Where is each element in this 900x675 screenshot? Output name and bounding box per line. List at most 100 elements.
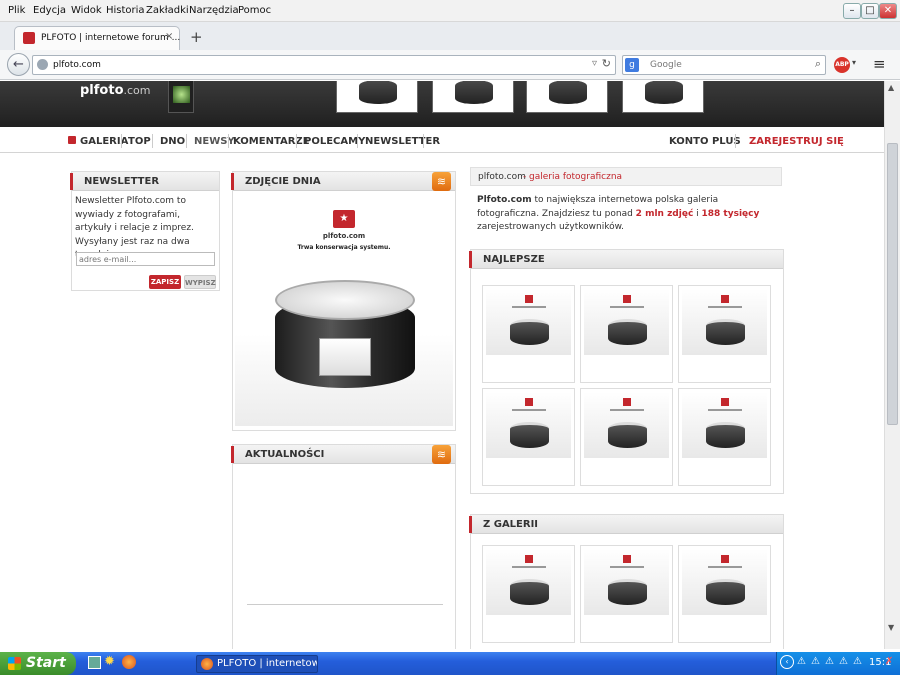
gallery-thumb[interactable] <box>678 545 771 643</box>
intro-text: Plfoto.com to największa internetowa pol… <box>477 194 769 235</box>
box-header: NAJLEPSZE <box>469 250 783 269</box>
nav-dno[interactable]: DNO <box>160 136 185 147</box>
gallery-thumb[interactable] <box>580 545 673 643</box>
reload-icon[interactable]: ↻ <box>602 57 611 70</box>
search-icon[interactable]: ⌕ <box>815 57 821 71</box>
scroll-thumb[interactable] <box>887 143 898 425</box>
tray-expand-icon[interactable]: ‹ <box>780 655 794 669</box>
thumb-caption-line <box>610 306 644 308</box>
gallery-thumb[interactable] <box>678 285 771 383</box>
new-tab-button[interactable]: + <box>190 28 203 46</box>
gallery-thumb[interactable] <box>482 285 575 383</box>
intro-brand: Plfoto.com <box>477 195 532 205</box>
tray-network-icon[interactable]: ⚠ <box>797 656 806 667</box>
browser-tab[interactable]: PLFOTO | internetowe forum ... × <box>14 26 180 50</box>
header-thumb[interactable] <box>526 81 608 113</box>
quicklaunch-desktop-icon[interactable] <box>88 656 101 669</box>
email-input[interactable] <box>76 252 215 266</box>
nav-newsletter[interactable]: NEWSLETTER <box>365 136 440 147</box>
back-button[interactable]: ← <box>7 53 30 76</box>
quicklaunch-sun-icon[interactable]: ✹ <box>104 654 115 669</box>
header-thumb[interactable] <box>336 81 418 113</box>
thumb-caption-line <box>512 409 546 411</box>
quicklaunch-firefox-icon[interactable] <box>122 655 136 669</box>
photo-count: 2 mln zdjęć <box>635 208 694 219</box>
nav-separator <box>152 134 153 148</box>
system-tray: ‹ ⚠ ⚠ ⚠ ⚠ ⚠ 15:1 ✗ <box>776 652 900 675</box>
menu-pomoc[interactable]: Pomoc <box>238 5 271 16</box>
header-accent <box>469 516 472 533</box>
can-image <box>275 280 415 392</box>
close-window-button[interactable]: ✕ <box>879 3 897 19</box>
menu-widok[interactable]: Widok <box>71 5 102 16</box>
site-logo[interactable]: plfoto.com <box>80 83 151 98</box>
adblock-dropdown-icon[interactable]: ▾ <box>852 58 856 67</box>
nav-top[interactable]: TOP <box>128 136 151 147</box>
header-photo[interactable] <box>173 86 190 103</box>
gallery-thumb[interactable] <box>482 388 575 486</box>
adblock-icon[interactable]: ABP <box>834 57 850 73</box>
scroll-up-icon[interactable]: ▲ <box>888 83 894 92</box>
nav-konto-plus[interactable]: KONTO PLUS <box>669 136 741 147</box>
menu-zakladki[interactable]: Zakładki <box>146 5 189 16</box>
search-placeholder: Google <box>650 60 682 70</box>
hamburger-menu-icon[interactable]: ≡ <box>873 55 886 73</box>
rss-icon[interactable]: ≋ <box>432 172 451 191</box>
search-bar[interactable]: g Google ⌕ <box>622 55 826 75</box>
dropdown-arrow-icon[interactable]: ▿ <box>592 58 597 69</box>
box-header: ZDJĘCIE DNIA ≋ <box>231 172 455 191</box>
tab-close-icon[interactable]: × <box>165 31 173 42</box>
header-thumb[interactable] <box>432 81 514 113</box>
can-image <box>510 422 549 448</box>
maximize-button[interactable]: □ <box>861 3 879 19</box>
can-image <box>608 579 647 605</box>
thumb-image <box>682 549 767 615</box>
logo-icon <box>721 555 729 563</box>
gallery-thumb[interactable] <box>580 285 673 383</box>
scroll-down-icon[interactable]: ▼ <box>888 623 894 632</box>
vertical-scrollbar[interactable]: ▲ ▼ <box>884 81 900 649</box>
tab-title: PLFOTO | internetowe forum ... <box>41 33 181 43</box>
intro-tag: galeria fotograficzna <box>529 172 623 182</box>
gallery-thumb[interactable] <box>580 388 673 486</box>
tray-network-icon[interactable]: ⚠ <box>853 656 862 667</box>
tray-network-icon[interactable]: ⚠ <box>811 656 820 667</box>
menu-narzedzia[interactable]: Narzędzia <box>189 5 239 16</box>
news-box: AKTUALNOŚCI ≋ <box>231 444 456 649</box>
start-button[interactable]: Start <box>0 652 76 675</box>
thumb-caption-line <box>708 566 742 568</box>
thumb-caption-line <box>610 566 644 568</box>
thumb-image <box>584 392 669 458</box>
news-divider <box>247 604 443 605</box>
gallery-thumb[interactable] <box>678 388 771 486</box>
tray-alert-icon[interactable]: ✗ <box>885 656 893 667</box>
nav-register[interactable]: ZAREJESTRUJ SIĘ <box>749 136 844 147</box>
rss-icon[interactable]: ≋ <box>432 445 451 464</box>
subscribe-button[interactable]: ZAPISZ <box>149 275 181 289</box>
gallery-thumb[interactable] <box>482 545 575 643</box>
thumb-image <box>682 392 767 458</box>
logo-icon <box>525 398 533 406</box>
nav-separator <box>735 134 736 148</box>
tray-network-icon[interactable]: ⚠ <box>825 656 834 667</box>
url-bar[interactable]: plfoto.com ▿ ↻ <box>32 55 616 75</box>
thumb-caption-line <box>512 566 546 568</box>
nav-komentarze[interactable]: KOMENTARZE <box>233 136 310 147</box>
google-icon[interactable]: g <box>625 58 639 72</box>
thumb-caption-line <box>708 409 742 411</box>
menu-historia[interactable]: Historia <box>106 5 145 16</box>
tray-network-icon[interactable]: ⚠ <box>839 656 848 667</box>
header-thumb-frame <box>168 81 194 113</box>
url-text: plfoto.com <box>53 60 101 70</box>
intro-site: plfoto.com <box>478 172 526 182</box>
minimize-button[interactable]: – <box>843 3 861 19</box>
unsubscribe-button[interactable]: WYPISZ <box>184 275 216 289</box>
best-title: NAJLEPSZE <box>483 254 545 265</box>
taskbar-item-firefox[interactable]: PLFOTO | internetow... <box>196 655 318 673</box>
thumb-image <box>584 289 669 355</box>
menu-plik[interactable]: Plik <box>8 5 25 16</box>
photo-of-day-image[interactable]: ★ plfoto.com Trwa konserwacja systemu. <box>235 196 453 426</box>
menu-edycja[interactable]: Edycja <box>33 5 66 16</box>
maintenance-text: Trwa konserwacja systemu. <box>297 244 391 251</box>
header-thumb[interactable] <box>622 81 704 113</box>
